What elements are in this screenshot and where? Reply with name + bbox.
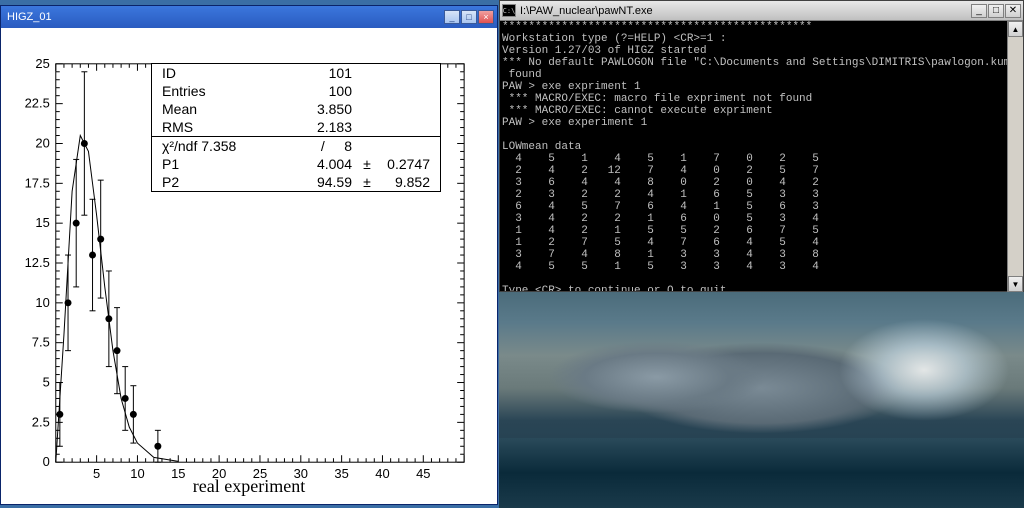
console-icon: C:\ [502, 4, 516, 17]
scroll-down-button[interactable]: ▼ [1008, 276, 1023, 292]
svg-text:25: 25 [35, 56, 49, 71]
svg-text:20: 20 [35, 135, 49, 150]
stat-rms-label: RMS [162, 119, 272, 135]
stat-id-label: ID [162, 65, 272, 81]
stat-ndf: / 8 [272, 138, 352, 154]
stat-entries-value: 100 [272, 83, 352, 99]
console-maximize-button[interactable]: □ [988, 4, 1004, 18]
higz-title: HIGZ_01 [4, 11, 52, 23]
console-title: I:\PAW_nuclear\pawNT.exe [520, 5, 653, 17]
desktop-wallpaper [499, 290, 1024, 508]
svg-text:12.5: 12.5 [25, 255, 50, 270]
svg-text:17.5: 17.5 [25, 175, 50, 190]
stats-box: ID 101 Entries 100 Mean 3.850 RMS 2.183 … [151, 63, 441, 192]
console-window: C:\ I:\PAW_nuclear\pawNT.exe _ □ ✕ *****… [499, 0, 1024, 292]
stat-p1-pm: ± [352, 156, 382, 172]
svg-text:15: 15 [35, 215, 49, 230]
higz-window: HIGZ_01 _ □ × 5101520253035404502.557.51… [0, 5, 498, 505]
console-buttons: _ □ ✕ [971, 4, 1021, 18]
stat-mean-label: Mean [162, 101, 272, 117]
stat-p2-value: 94.59 [272, 174, 352, 190]
svg-text:0: 0 [43, 454, 50, 469]
maximize-button[interactable]: □ [461, 10, 477, 24]
wallpaper-splash [824, 310, 1024, 430]
svg-text:10: 10 [35, 295, 49, 310]
stat-p1-value: 4.004 [272, 156, 352, 172]
svg-text:5: 5 [43, 375, 50, 390]
console-scrollbar[interactable]: ▲ ▼ [1007, 21, 1023, 292]
higz-content: 5101520253035404502.557.51012.51517.5202… [1, 28, 497, 501]
scroll-up-button[interactable]: ▲ [1008, 21, 1023, 37]
close-button[interactable]: × [478, 10, 494, 24]
higz-titlebar[interactable]: HIGZ_01 _ □ × [1, 6, 497, 28]
stat-p2-err: 9.852 [382, 174, 430, 190]
stat-entries-label: Entries [162, 83, 272, 99]
svg-text:22.5: 22.5 [25, 96, 50, 111]
console-titlebar[interactable]: C:\ I:\PAW_nuclear\pawNT.exe _ □ ✕ [500, 1, 1023, 21]
svg-text:7.5: 7.5 [32, 335, 50, 350]
stat-mean-value: 3.850 [272, 101, 352, 117]
minimize-button[interactable]: _ [444, 10, 460, 24]
stat-p2-label: P2 [162, 174, 272, 190]
stat-p1-err: 0.2747 [382, 156, 430, 172]
chart-xlabel: real experiment [1, 476, 497, 497]
console-content[interactable]: ****************************************… [500, 21, 1023, 291]
stat-rms-value: 2.183 [272, 119, 352, 135]
higz-buttons: _ □ × [444, 10, 494, 24]
console-close-button[interactable]: ✕ [1005, 4, 1021, 18]
stat-p1-label: P1 [162, 156, 272, 172]
wallpaper-water [499, 438, 1024, 508]
console-minimize-button[interactable]: _ [971, 4, 987, 18]
stat-p2-pm: ± [352, 174, 382, 190]
stat-id-value: 101 [272, 65, 352, 81]
svg-text:2.5: 2.5 [32, 414, 50, 429]
stat-chi2-label: χ²/ndf 7.358 [162, 138, 272, 154]
